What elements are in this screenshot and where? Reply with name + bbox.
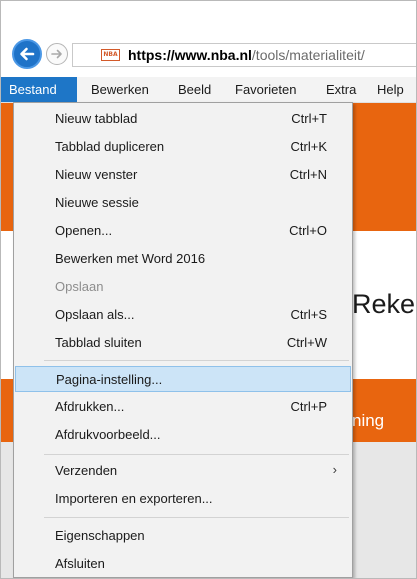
menu-item-import-export[interactable]: Importeren en exporteren...	[15, 486, 351, 512]
menu-item-new-tab[interactable]: Nieuw tabblad Ctrl+T	[15, 106, 351, 132]
menu-extra[interactable]: Extra	[326, 77, 356, 102]
menu-item-label: Importeren en exporteren...	[55, 491, 213, 506]
menu-favorieten[interactable]: Favorieten	[235, 77, 296, 102]
menu-item-label: Afdrukvoorbeeld...	[55, 427, 161, 442]
menu-item-shortcut: Ctrl+T	[291, 111, 327, 126]
menu-item-label: Nieuw venster	[55, 167, 138, 182]
menu-item-print-preview[interactable]: Afdrukvoorbeeld...	[15, 422, 351, 448]
arrow-left-icon	[20, 47, 35, 61]
menu-bar: Bestand Bewerken Beeld Favorieten Extra …	[1, 77, 416, 103]
menu-item-shortcut: Ctrl+W	[286, 335, 327, 350]
menu-item-label: Opslaan	[55, 279, 104, 294]
menu-item-label: Openen...	[55, 223, 113, 238]
menu-item-shortcut: Ctrl+N	[289, 167, 327, 182]
menu-item-shortcut: Ctrl+S	[290, 307, 327, 322]
menu-item-print[interactable]: Afdrukken... Ctrl+P	[15, 394, 351, 420]
chevron-right-icon: ›	[332, 462, 337, 477]
url-text: https://www.nba.nl/tools/materialiteit/	[128, 47, 365, 63]
band-text: ning	[352, 411, 385, 430]
arrow-right-icon	[51, 49, 62, 59]
url-path: /tools/materialiteit/	[251, 47, 365, 63]
menu-separator	[44, 517, 349, 518]
menu-beeld[interactable]: Beeld	[178, 77, 211, 102]
page-headline: Reke	[352, 289, 416, 319]
menu-item-label: Bewerken met Word 2016	[55, 251, 206, 266]
menu-item-label: Nieuw tabblad	[55, 111, 138, 126]
menu-separator	[44, 454, 349, 455]
address-bar-row: NBA https://www.nba.nl/tools/materialite…	[1, 1, 416, 77]
menu-separator	[44, 360, 349, 361]
menu-item-label: Verzenden	[55, 463, 118, 478]
menu-item-shortcut: Ctrl+K	[290, 139, 327, 154]
menu-item-save: Opslaan	[15, 274, 351, 300]
forward-button[interactable]	[46, 43, 68, 65]
menu-item-properties[interactable]: Eigenschappen	[15, 523, 351, 549]
menu-item-label: Pagina-instelling...	[56, 372, 163, 387]
file-menu-dropdown: Nieuw tabblad Ctrl+T Tabblad dupliceren …	[13, 102, 353, 578]
menu-item-label: Afdrukken...	[55, 399, 125, 414]
menu-item-label: Tabblad sluiten	[55, 335, 142, 350]
menu-bewerken[interactable]: Bewerken	[91, 77, 149, 102]
menu-item-shortcut: Ctrl+P	[290, 399, 327, 414]
menu-item-new-session[interactable]: Nieuwe sessie	[15, 190, 351, 216]
url-scheme: https://	[128, 47, 175, 63]
site-favicon: NBA	[101, 49, 120, 61]
url-host: www.nba.nl	[174, 47, 252, 63]
menu-item-label: Opslaan als...	[55, 307, 135, 322]
menu-item-close-tab[interactable]: Tabblad sluiten Ctrl+W	[15, 330, 351, 356]
menu-item-label: Tabblad dupliceren	[55, 139, 165, 154]
menu-help[interactable]: Help	[377, 77, 404, 102]
menu-item-label: Afsluiten	[55, 556, 105, 571]
menu-item-page-setup[interactable]: Pagina-instelling...	[15, 366, 351, 392]
back-button[interactable]	[12, 39, 42, 69]
menu-item-send[interactable]: Verzenden ›	[15, 458, 351, 484]
url-field[interactable]: NBA https://www.nba.nl/tools/materialite…	[72, 43, 416, 67]
menu-item-label: Nieuwe sessie	[55, 195, 139, 210]
menu-item-label: Eigenschappen	[55, 528, 145, 543]
menu-item-edit-with-word[interactable]: Bewerken met Word 2016	[15, 246, 351, 272]
menu-item-duplicate-tab[interactable]: Tabblad dupliceren Ctrl+K	[15, 134, 351, 160]
menu-item-exit[interactable]: Afsluiten	[15, 551, 351, 577]
menu-item-open[interactable]: Openen... Ctrl+O	[15, 218, 351, 244]
menu-item-save-as[interactable]: Opslaan als... Ctrl+S	[15, 302, 351, 328]
menu-bestand[interactable]: Bestand	[1, 77, 77, 102]
browser-window: NBA https://www.nba.nl/tools/materialite…	[0, 0, 417, 579]
menu-item-new-window[interactable]: Nieuw venster Ctrl+N	[15, 162, 351, 188]
menu-item-shortcut: Ctrl+O	[289, 223, 327, 238]
